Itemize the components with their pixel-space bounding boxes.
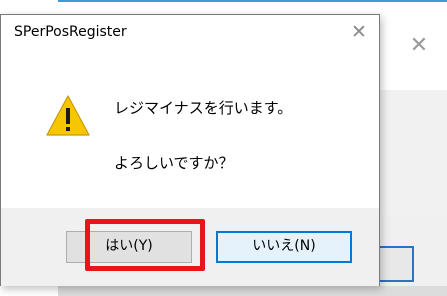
background-window-bottom-strip (58, 286, 447, 296)
dialog-title: SPerPosRegister (14, 24, 127, 40)
no-button[interactable]: いいえ(N) (216, 231, 352, 263)
dialog-message-line1: レジマイナスを行います。 (114, 99, 293, 117)
close-icon[interactable]: ✕ (347, 20, 371, 44)
yes-button-highlight (85, 219, 205, 271)
dialog-titlebar: SPerPosRegister ✕ (1, 15, 379, 49)
dialog-message-line2: よろしいですか？ (114, 154, 234, 172)
warning-icon (46, 95, 90, 136)
background-close-icon[interactable]: ✕ (407, 34, 431, 58)
